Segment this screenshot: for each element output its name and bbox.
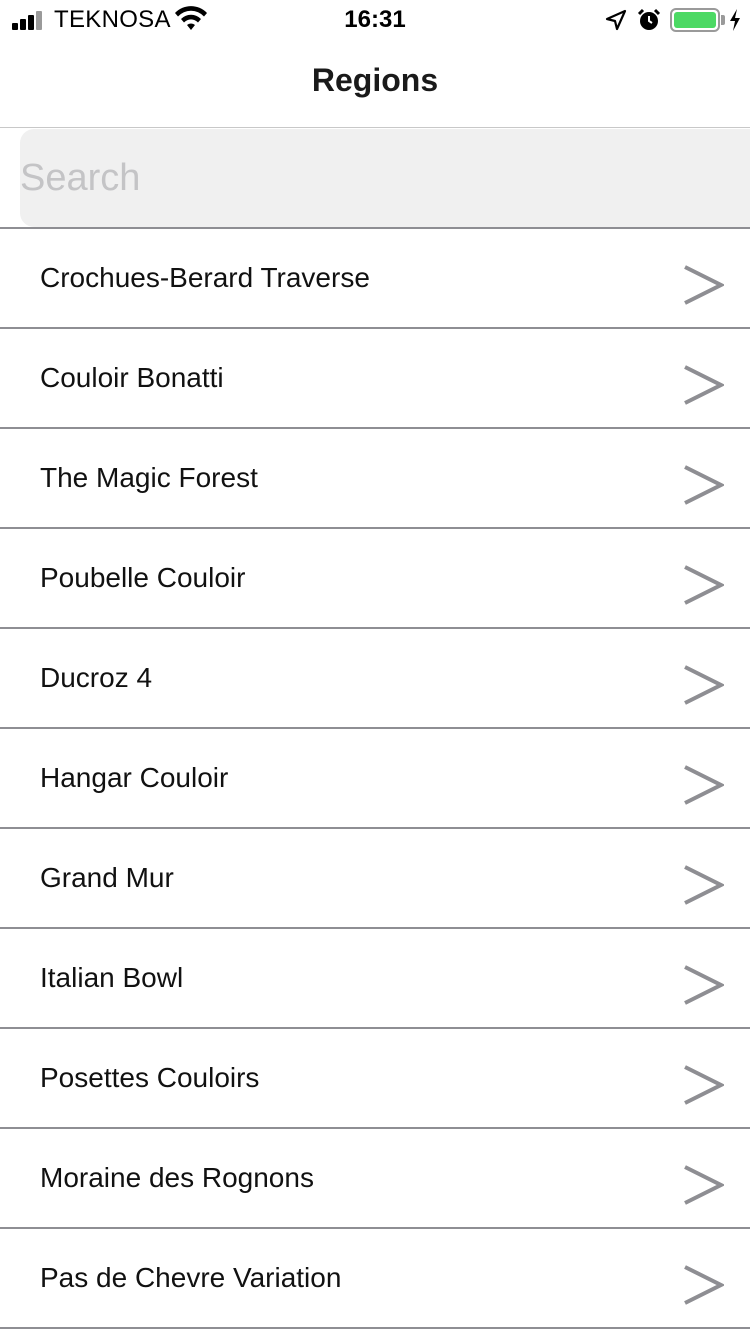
navigation-bar: Regions (0, 40, 750, 128)
charging-bolt-icon (730, 9, 740, 31)
battery-tip (721, 15, 725, 25)
battery-level-fill (674, 12, 716, 28)
list-item[interactable]: Poubelle Couloir (0, 529, 750, 629)
list-item-label: Grand Mur (40, 862, 174, 893)
list-item-label: Hangar Couloir (40, 762, 229, 793)
list-item[interactable]: Moraine des Rognons (0, 1129, 750, 1229)
chevron-right-icon (684, 665, 724, 705)
list-item-label: The Magic Forest (40, 462, 258, 493)
chevron-right-icon (684, 265, 724, 305)
list-item[interactable]: Crochues-Berard Traverse (0, 229, 750, 329)
chevron-right-icon (684, 865, 724, 905)
chevron-right-icon (684, 565, 724, 605)
chevron-right-icon (684, 1265, 724, 1305)
chevron-right-icon (684, 465, 724, 505)
list-item-label: Couloir Bonatti (40, 362, 224, 393)
chevron-right-icon (684, 765, 724, 805)
alarm-clock-icon (637, 8, 661, 30)
list-item[interactable]: Posettes Couloirs (0, 1029, 750, 1129)
chevron-right-icon (684, 965, 724, 1005)
list-item-label: Crochues-Berard Traverse (40, 262, 370, 293)
list-item-label: Moraine des Rognons (40, 1162, 314, 1193)
chevron-right-icon (684, 1065, 724, 1105)
list-item-label: Italian Bowl (40, 962, 184, 993)
list-item[interactable]: Pas de Chevre Variation (0, 1229, 750, 1329)
list-item[interactable]: The Magic Forest (0, 429, 750, 529)
list-item-label: Posettes Couloirs (40, 1062, 260, 1093)
list-item-label: Ducroz 4 (40, 662, 153, 693)
battery-icon (670, 8, 720, 32)
chevron-right-icon (684, 365, 724, 405)
list-item[interactable]: Hangar Couloir (0, 729, 750, 829)
regions-list: Crochues-Berard Traverse Couloir Bonatti… (0, 229, 750, 1329)
list-item[interactable]: Couloir Bonatti (0, 329, 750, 429)
list-item-label: Pas de Chevre Variation (40, 1262, 342, 1293)
list-item-label: Poubelle Couloir (40, 562, 246, 593)
list-item[interactable]: Grand Mur (0, 829, 750, 929)
list-item[interactable]: Ducroz 4 (0, 629, 750, 729)
search-bar (0, 128, 750, 229)
status-bar: TEKNOSA 16:31 (0, 0, 750, 40)
chevron-right-icon (684, 1165, 724, 1205)
list-item[interactable]: Italian Bowl (0, 929, 750, 1029)
page-title: Regions (311, 62, 439, 98)
search-input[interactable] (20, 129, 750, 227)
location-arrow-icon (605, 9, 627, 31)
